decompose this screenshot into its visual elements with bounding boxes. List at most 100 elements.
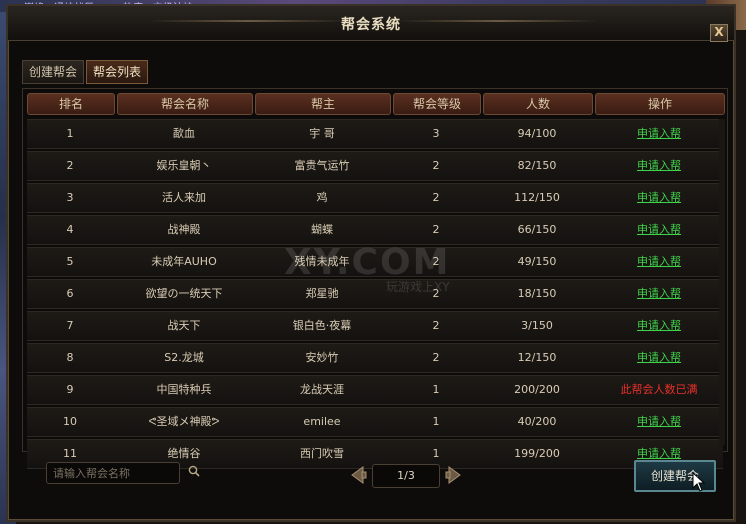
cell-action: 申请入帮 [595,248,723,276]
cell-members: 12/150 [517,351,557,364]
table-header: 排名 帮会名称 帮主 帮会等级 人数 操作 [27,93,725,115]
cell-name: 中国特种兵 [156,383,212,396]
apply-join-link[interactable]: 申请入帮 [637,287,681,300]
cell-members: 66/150 [517,223,557,236]
header-guild-name: 帮会名称 [117,93,253,115]
table-row: 9 中国特种兵 龙战天涯 1 200/200 此帮会人数已满 [27,375,723,405]
cell-rank: 1 [66,127,74,140]
guild-system-window: 帮会系统 X 创建帮会 帮会列表 排名 帮会名称 帮主 帮会等级 人数 操作 1 歃… [6,4,736,522]
table-row: 4 战神殿 蝴蝶 2 66/150 申请入帮 [27,215,723,245]
cell-leader: 残情未成年 [294,255,350,268]
cell-rank: 5 [66,255,74,268]
cell-members: 3/150 [521,319,553,332]
guild-list-table: 排名 帮会名称 帮主 帮会等级 人数 操作 1 歃血宇 哥 3 94/100 申请入帮 2… [22,88,728,469]
cell-action: 申请入帮 [595,408,723,436]
cell-rank: 4 [66,223,74,236]
cell-members: 82/150 [517,159,557,172]
apply-join-link[interactable]: 申请入帮 [637,415,681,428]
cell-rank: 3 [66,191,74,204]
search-icon[interactable] [188,465,200,477]
header-action: 操作 [595,93,725,115]
cell-leader: emilee [303,415,341,428]
cell-rank: 2 [66,159,74,172]
cell-leader: 鸡 [316,191,328,204]
tab-create-guild[interactable]: 创建帮会 [22,60,85,84]
apply-join-link[interactable]: 申请入帮 [637,159,681,172]
table-body: 1 歃血 宇 哥 3 94/100 申请入帮 2 娱乐皇朝丶 富贵气运竹 2 82/150 申请入帮 3… [27,119,723,471]
table-row: 1 歃血 宇 哥 3 94/100 申请入帮 [27,119,723,149]
cell-rank: 8 [66,351,74,364]
window-titlebar[interactable]: 帮会系统 X [8,6,734,42]
tab-guild-list[interactable]: 帮会列表 [86,60,149,84]
cell-action: 申请入帮 [595,216,723,244]
cell-leader: 郑星驰 [305,287,339,300]
close-button[interactable]: X [710,24,728,42]
cell-rank: 6 [66,287,74,300]
table-row: 2 娱乐皇朝丶 富贵气运竹 2 82/150 申请入帮 [27,151,723,181]
cell-level: 2 [432,159,440,172]
page-indicator: 1/3 [372,464,440,488]
title-ornament-right [398,20,598,22]
prev-page-icon[interactable] [348,464,368,486]
cell-name: S2.龙城 [164,351,204,364]
cell-action: 申请入帮 [595,312,723,340]
cell-level: 3 [432,127,440,140]
cell-level: 2 [432,287,440,300]
cell-rank: 7 [66,319,74,332]
cell-leader: 蝴蝶 [311,223,333,236]
cell-leader: 宇 哥 [309,127,335,140]
tab-bar: 创建帮会 帮会列表 [22,60,150,86]
header-guild-level: 帮会等级 [393,93,481,115]
mouse-cursor-icon [692,472,706,492]
table-row: 10 ᕙ圣域メ神殿ᕗ emilee 1 40/200 申请入帮 [27,407,723,437]
cell-action: 申请入帮 [595,344,723,372]
cell-level: 2 [432,351,440,364]
cell-rank: 10 [63,415,77,428]
apply-join-link[interactable]: 申请入帮 [637,127,681,140]
cell-name: 娱乐皇朝丶 [156,159,212,172]
cell-name: ᕙ圣域メ神殿ᕗ [148,415,220,428]
cell-action: 申请入帮 [595,280,723,308]
cell-level: 2 [432,223,440,236]
table-row: 3 活人来加 鸡 2 112/150 申请入帮 [27,183,723,213]
apply-join-link[interactable]: 申请入帮 [637,351,681,364]
cell-name: 未成年AUHO [151,255,217,268]
cell-level: 2 [432,319,440,332]
cell-action: 申请入帮 [595,120,723,148]
next-page-icon[interactable] [444,464,464,486]
header-leader: 帮主 [255,93,391,115]
cell-name: 战天下 [167,319,201,332]
apply-join-link[interactable]: 申请入帮 [637,223,681,236]
table-row: 7 战天下 银白色·夜幕 2 3/150 申请入帮 [27,311,723,341]
cell-members: 49/150 [517,255,557,268]
window-title: 帮会系统 [341,17,401,33]
apply-join-link[interactable]: 申请入帮 [637,191,681,204]
table-row: 8 S2.龙城 安妙竹 2 12/150 申请入帮 [27,343,723,373]
guild-full-label: 此帮会人数已满 [620,383,698,396]
bottom-bar: 1/3 创建帮会 [22,454,726,510]
cell-leader: 银白色·夜幕 [292,319,352,332]
cell-level: 2 [432,191,440,204]
cell-members: 200/200 [514,383,560,396]
cell-level: 1 [432,415,440,428]
cell-level: 2 [432,255,440,268]
table-row: 6 欲望の一统天下 郑星驰 2 18/150 申请入帮 [27,279,723,309]
guild-search-input[interactable] [46,462,180,484]
apply-join-link[interactable]: 申请入帮 [637,255,681,268]
header-members: 人数 [483,93,593,115]
cell-rank: 9 [66,383,74,396]
apply-join-link[interactable]: 申请入帮 [637,319,681,332]
cell-leader: 富贵气运竹 [294,159,350,172]
cell-members: 40/200 [517,415,557,428]
cell-leader: 龙战天涯 [300,383,344,396]
scrollbar[interactable] [719,119,725,445]
cell-name: 歃血 [173,127,195,140]
cell-members: 18/150 [517,287,557,300]
cell-members: 94/100 [517,127,557,140]
cell-level: 1 [432,383,440,396]
header-rank: 排名 [27,93,115,115]
cell-leader: 安妙竹 [305,351,339,364]
cell-action: 申请入帮 [595,184,723,212]
cell-name: 战神殿 [167,223,201,236]
cell-name: 活人来加 [162,191,206,204]
